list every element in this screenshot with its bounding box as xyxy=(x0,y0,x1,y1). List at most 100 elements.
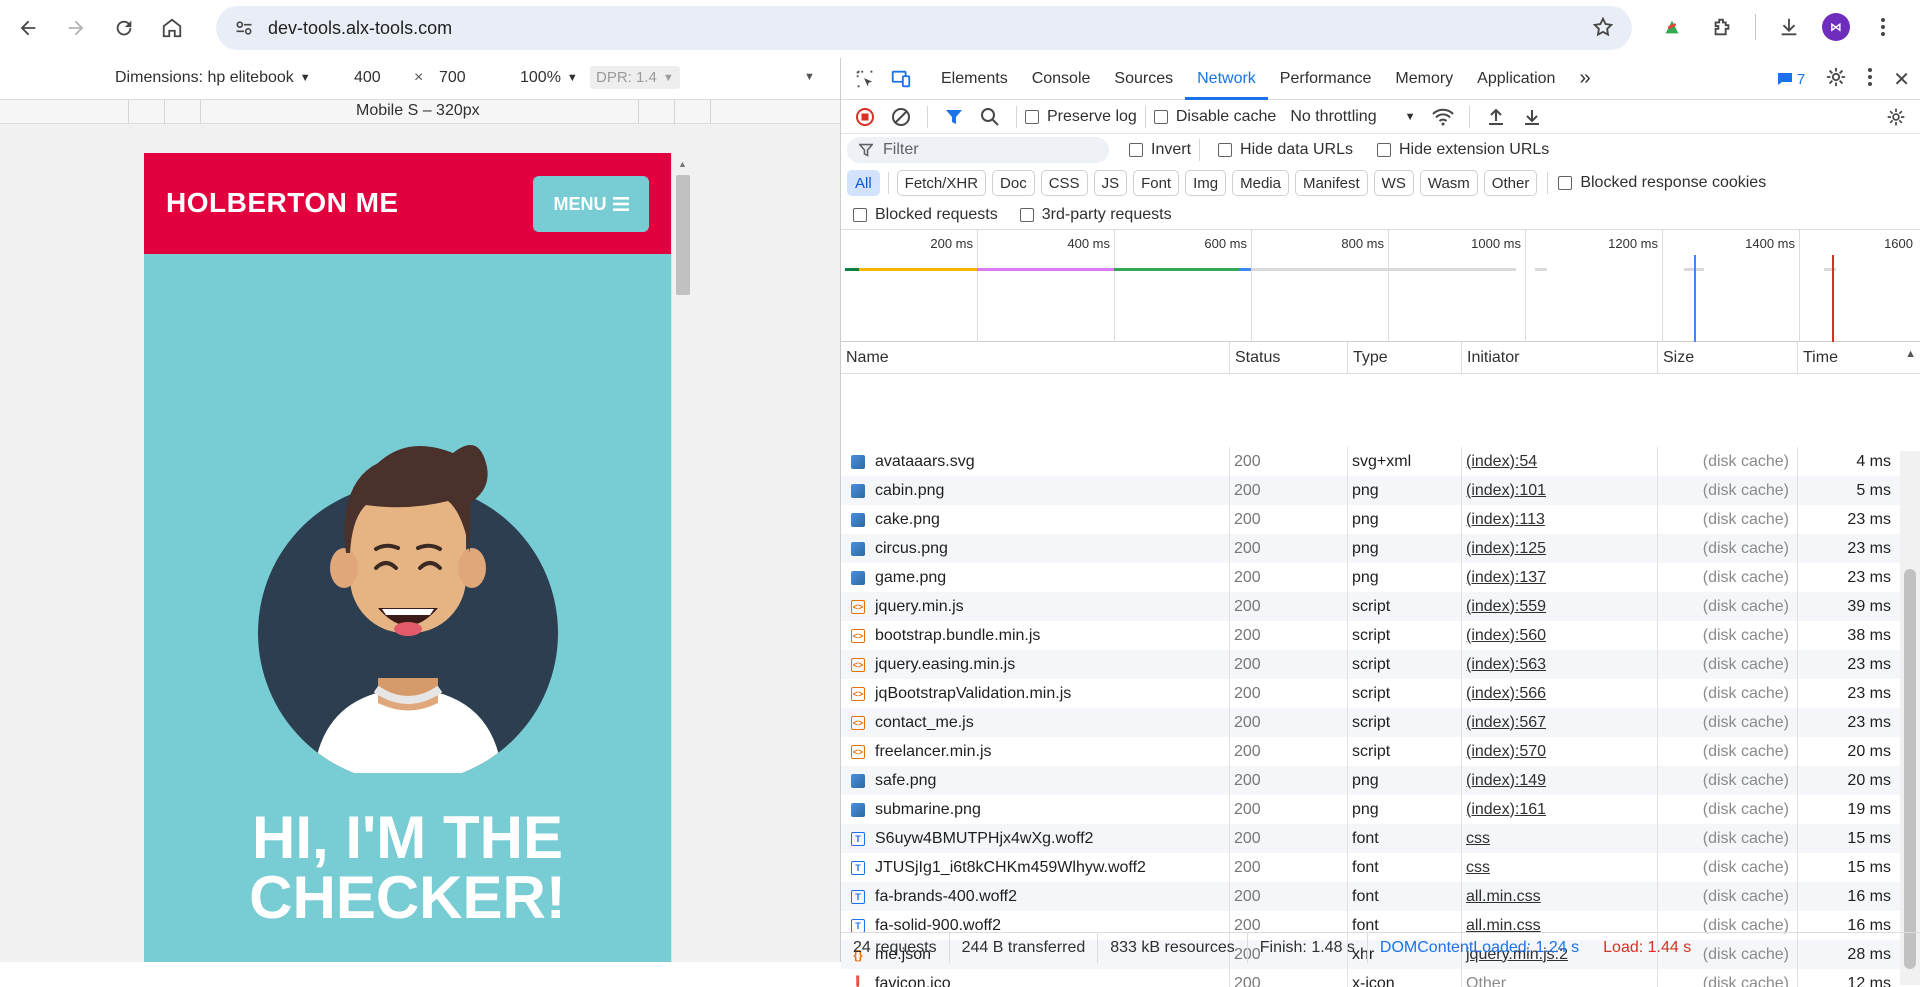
viewport-scrollbar[interactable]: ▲ xyxy=(671,153,693,962)
blocked-requests-checkbox[interactable]: Blocked requests xyxy=(853,206,998,224)
type-filter-media[interactable]: Media xyxy=(1232,170,1289,196)
preserve-log-checkbox[interactable]: Preserve log xyxy=(1025,108,1137,126)
settings-gear-icon[interactable] xyxy=(1825,66,1847,93)
request-initiator-link[interactable]: (index):560 xyxy=(1466,627,1546,645)
blocked-response-cookies-checkbox[interactable]: Blocked response cookies xyxy=(1558,174,1766,192)
request-name-cell[interactable]: game.png xyxy=(841,563,1229,592)
request-name-cell[interactable]: <>freelancer.min.js xyxy=(841,737,1229,766)
tab-memory[interactable]: Memory xyxy=(1383,58,1465,100)
column-initiator[interactable]: Initiator xyxy=(1461,342,1657,374)
request-name-cell[interactable]: avataaars.svg xyxy=(841,447,1229,476)
scroll-up-arrow-icon[interactable]: ▲ xyxy=(678,159,687,169)
extensions-puzzle-icon[interactable] xyxy=(1705,8,1739,46)
dpr-dropdown[interactable]: DPR: 1.4 ▼ xyxy=(590,66,680,89)
request-initiator-link[interactable]: css xyxy=(1466,830,1490,848)
site-brand[interactable]: HOLBERTON ME xyxy=(166,187,399,219)
tab-performance[interactable]: Performance xyxy=(1268,58,1384,100)
request-name-cell[interactable]: ❗favicon.ico xyxy=(841,969,1229,987)
address-bar[interactable]: dev-tools.alx-tools.com xyxy=(216,6,1632,50)
tab-elements[interactable]: Elements xyxy=(929,58,1020,100)
checkbox-box[interactable] xyxy=(1154,110,1168,124)
type-filter-js[interactable]: JS xyxy=(1094,170,1128,196)
checkbox-box[interactable] xyxy=(1025,110,1039,124)
type-filter-css[interactable]: CSS xyxy=(1041,170,1088,196)
table-row[interactable]: cabin.png200png(index):101(disk cache)5 … xyxy=(841,476,1901,505)
table-row[interactable]: cake.png200png(index):113(disk cache)23 … xyxy=(841,505,1901,534)
hide-data-urls-checkbox[interactable]: Hide data URLs xyxy=(1218,141,1353,159)
request-name-cell[interactable]: <>jqBootstrapValidation.min.js xyxy=(841,679,1229,708)
disable-cache-checkbox[interactable]: Disable cache xyxy=(1154,108,1277,126)
type-filter-doc[interactable]: Doc xyxy=(992,170,1035,196)
search-icon[interactable] xyxy=(972,102,1008,132)
invert-checkbox[interactable]: Invert xyxy=(1129,141,1191,159)
type-filter-all[interactable]: All xyxy=(847,170,880,196)
throttling-dropdown[interactable]: No throttling ▼ xyxy=(1290,108,1415,126)
tab-network[interactable]: Network xyxy=(1185,58,1268,100)
request-name-cell[interactable]: circus.png xyxy=(841,534,1229,563)
type-filter-wasm[interactable]: Wasm xyxy=(1420,170,1478,196)
network-conditions-wifi-icon[interactable] xyxy=(1425,102,1461,132)
filter-input[interactable]: Filter xyxy=(847,137,1109,163)
forward-button[interactable] xyxy=(56,8,96,48)
inspect-element-icon[interactable] xyxy=(847,61,883,97)
table-row[interactable]: <>jqBootstrapValidation.min.js200script(… xyxy=(841,679,1901,708)
table-row[interactable]: safe.png200png(index):149(disk cache)20 … xyxy=(841,766,1901,795)
back-button[interactable] xyxy=(8,8,48,48)
menu-button[interactable]: MENU xyxy=(533,176,649,232)
request-name-cell[interactable]: <>bootstrap.bundle.min.js xyxy=(841,621,1229,650)
media-query-bar[interactable]: Mobile S – 320px xyxy=(0,100,840,124)
request-initiator-link[interactable]: (index):137 xyxy=(1466,569,1546,587)
viewport-scroll-thumb[interactable] xyxy=(676,175,690,295)
devtools-menu-icon[interactable] xyxy=(1867,67,1873,92)
checkbox-box[interactable] xyxy=(853,208,867,222)
request-name-cell[interactable]: <>jquery.min.js xyxy=(841,592,1229,621)
issues-badge[interactable]: 7 xyxy=(1777,71,1805,88)
request-name-cell[interactable]: <>jquery.easing.min.js xyxy=(841,650,1229,679)
color-extension-icon[interactable] xyxy=(1655,8,1689,46)
site-settings-icon[interactable] xyxy=(224,8,264,48)
profile-avatar-icon[interactable]: ⋈ xyxy=(1822,13,1850,41)
url-text[interactable]: dev-tools.alx-tools.com xyxy=(268,18,452,39)
column-status[interactable]: Status xyxy=(1229,342,1347,374)
download-icon[interactable] xyxy=(1772,8,1806,46)
table-row[interactable]: submarine.png200png(index):161(disk cach… xyxy=(841,795,1901,824)
checkbox-box[interactable] xyxy=(1129,143,1143,157)
third-party-requests-checkbox[interactable]: 3rd-party requests xyxy=(1020,206,1172,224)
network-settings-gear-icon[interactable] xyxy=(1878,102,1914,132)
clear-log-icon[interactable] xyxy=(883,102,919,132)
browser-menu-icon[interactable] xyxy=(1866,8,1900,46)
request-name-cell[interactable]: TS6uyw4BMUTPHjx4wXg.woff2 xyxy=(841,824,1229,853)
request-initiator-link[interactable]: (index):101 xyxy=(1466,482,1546,500)
network-overview-timeline[interactable]: 200 ms 400 ms 600 ms 800 ms 1000 ms 1200… xyxy=(841,230,1920,342)
table-row[interactable]: game.png200png(index):137(disk cache)23 … xyxy=(841,563,1901,592)
tab-sources[interactable]: Sources xyxy=(1102,58,1185,100)
type-filter-fetch-xhr[interactable]: Fetch/XHR xyxy=(897,170,986,196)
requests-scroll-thumb[interactable] xyxy=(1904,569,1916,969)
import-har-upload-icon[interactable] xyxy=(1478,102,1514,132)
request-initiator-link[interactable]: (index):54 xyxy=(1466,453,1537,471)
requests-scrollbar[interactable] xyxy=(1900,451,1920,985)
checkbox-box[interactable] xyxy=(1020,208,1034,222)
table-row[interactable]: <>jquery.easing.min.js200script(index):5… xyxy=(841,650,1901,679)
request-name-cell[interactable]: <>contact_me.js xyxy=(841,708,1229,737)
checkbox-box[interactable] xyxy=(1377,143,1391,157)
request-name-cell[interactable]: Tfa-brands-400.woff2 xyxy=(841,882,1229,911)
request-initiator-link[interactable]: (index):149 xyxy=(1466,772,1546,790)
filter-funnel-icon[interactable] xyxy=(936,102,972,132)
checkbox-box[interactable] xyxy=(1558,176,1572,190)
request-initiator-link[interactable]: (index):113 xyxy=(1466,511,1545,529)
record-stop-icon[interactable] xyxy=(847,102,883,132)
sort-arrow-icon[interactable]: ▲ xyxy=(1905,348,1916,360)
table-row[interactable]: ❗favicon.ico200x-iconOther(disk cache)12… xyxy=(841,969,1901,987)
request-initiator-link[interactable]: (index):563 xyxy=(1466,656,1546,674)
zoom-dropdown[interactable]: 100% ▼ xyxy=(520,69,578,87)
request-initiator-link[interactable]: (index):567 xyxy=(1466,714,1546,732)
request-initiator-link[interactable]: (index):559 xyxy=(1466,598,1546,616)
table-row[interactable]: TS6uyw4BMUTPHjx4wXg.woff2200fontcss(disk… xyxy=(841,824,1901,853)
bookmark-star-icon[interactable] xyxy=(1592,16,1614,43)
request-initiator-link[interactable]: all.min.css xyxy=(1466,888,1541,906)
table-row[interactable]: <>freelancer.min.js200script(index):570(… xyxy=(841,737,1901,766)
table-row[interactable]: TJTUSjIg1_i6t8kCHKm459Wlhyw.woff2200font… xyxy=(841,853,1901,882)
column-size[interactable]: Size xyxy=(1657,342,1797,374)
export-har-download-icon[interactable] xyxy=(1514,102,1550,132)
